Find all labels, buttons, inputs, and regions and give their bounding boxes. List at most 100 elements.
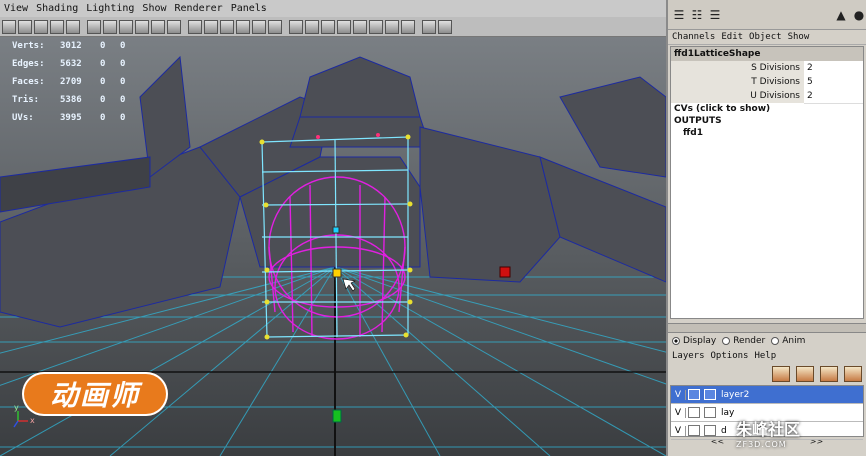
layer-type-box [688,389,700,400]
layer-color-box [704,407,716,418]
menu-view[interactable]: View [0,3,32,14]
move-layer-up-icon[interactable] [772,366,790,382]
menu-help[interactable]: Help [754,351,776,361]
layer-editor-icon[interactable]: ☷ [690,8,704,22]
wireframe-on-shaded-icon[interactable] [220,19,234,34]
isolate-select-icon[interactable] [289,19,303,34]
select-camera-icon[interactable] [2,19,16,34]
menu-show[interactable]: Show [138,3,170,14]
gate-mask-icon[interactable] [119,19,133,34]
attribute-editor-icon[interactable]: ☰ [708,8,722,22]
textured-icon[interactable] [236,19,250,34]
layer-type-box [688,407,700,418]
layer-row[interactable]: Vlayer2 [671,386,863,404]
radio-render[interactable]: Render [722,336,765,346]
image-plane-icon[interactable] [50,19,64,34]
menu-show-channels[interactable]: Show [788,32,810,42]
menu-layers[interactable]: Layers [672,351,705,361]
stat-row: Edges: 5632 0 0 [12,59,126,69]
frame-all-icon[interactable] [422,19,436,34]
attribute-row[interactable]: S Divisions 2 [671,60,863,76]
channel-box-icon[interactable]: ☰ [672,8,686,22]
brand-logo: 动画师 [22,372,168,416]
color-wheel-icon[interactable]: ● [852,8,866,22]
radio-anim[interactable]: Anim [771,336,805,346]
layer-toolbar [668,363,866,385]
layer-color-box [704,425,716,436]
visibility-toggle: V [671,407,686,418]
visibility-toggle: V [671,389,686,400]
move-layer-down-icon[interactable] [796,366,814,382]
viewport-toolbar [0,17,666,37]
menu-panels[interactable]: Panels [227,3,271,14]
menu-edit[interactable]: Edit [721,32,743,42]
safe-action-icon[interactable] [151,19,165,34]
stat-row: UVs: 3995 0 0 [12,113,126,123]
layer-color-box [704,389,716,400]
menu-channels[interactable]: Channels [672,32,715,42]
lights-icon[interactable] [252,19,266,34]
xray-joints-icon[interactable] [321,19,335,34]
axis-y-label: y [14,403,19,412]
pivot-marker [499,266,511,278]
attribute-row[interactable]: T Divisions 5 [671,74,863,90]
menu-lighting[interactable]: Lighting [82,3,138,14]
attribute-value: 5 [804,74,863,90]
attribute-row[interactable]: U Divisions 2 [671,88,863,104]
green-marker [332,409,342,423]
viewport-menubar: View Shading Lighting Show Renderer Pane… [0,0,666,17]
layer-name: d [721,425,727,436]
watermark-title: 朱峰社区 [736,420,801,439]
frame-selected-icon[interactable] [438,19,452,34]
watermark: 朱峰社区 ZF3D.COM [736,416,800,449]
xray-icon[interactable] [305,19,319,34]
radio-display[interactable]: Display [672,336,716,346]
attribute-list: ffd1LatticeShape S Divisions 2 T Division… [670,46,864,319]
resolution-gate-icon[interactable] [103,19,117,34]
attribute-value: 2 [804,60,863,76]
viewport-panel[interactable]: View Shading Lighting Show Renderer Pane… [0,0,666,456]
output-item[interactable]: ffd1 [671,127,863,139]
ambient-occlusion-icon[interactable] [385,19,399,34]
cvs-label[interactable]: CVs (click to show) [671,103,863,115]
high-quality-icon[interactable] [353,19,367,34]
attribute-value: 2 [804,88,863,104]
bookmark-icon[interactable] [34,19,48,34]
stat-row: Tris: 5386 0 0 [12,95,126,105]
shape-icon[interactable]: ▲ [834,8,848,22]
channel-box-toolbar: ☰ ☷ ☰ ▲ ● [668,0,866,30]
outputs-label: OUTPUTS [674,116,722,126]
multisample-icon[interactable] [369,19,383,34]
menu-options[interactable]: Options [711,351,749,361]
manipulator-handle [332,268,342,278]
grid-icon[interactable] [66,19,80,34]
shadows-icon[interactable] [268,19,282,34]
motion-blur-icon[interactable] [401,19,415,34]
new-layer-selected-icon[interactable] [844,366,862,382]
layer-name: lay [721,407,735,418]
menu-shading[interactable]: Shading [32,3,82,14]
layer-mode-radios: Display Render Anim [668,333,866,349]
layer-name: layer2 [721,389,750,400]
safe-title-icon[interactable] [167,19,181,34]
stat-row: Verts: 3012 0 0 [12,41,126,51]
layer-type-box [688,425,700,436]
film-gate-icon[interactable] [87,19,101,34]
menu-renderer[interactable]: Renderer [171,3,227,14]
layer-menu: Layers Options Help [668,349,866,363]
panel-divider[interactable] [668,323,866,333]
smooth-shade-icon[interactable] [204,19,218,34]
wireframe-icon[interactable] [188,19,202,34]
channel-box-panel: ☰ ☷ ☰ ▲ ● Channels Edit Object Show ffd1… [666,0,866,456]
stat-row: Faces: 2709 0 0 [12,77,126,87]
axis-x-label: x [30,416,35,425]
visibility-toggle: V [671,425,686,436]
field-chart-icon[interactable] [135,19,149,34]
channel-box-menu: Channels Edit Object Show [668,30,866,45]
new-layer-icon[interactable] [820,366,838,382]
backface-icon[interactable] [337,19,351,34]
poly-count-hud: Verts: 3012 0 0 Edges: 5632 0 0 Faces: 2709 0 0 T… [12,37,140,127]
node-name[interactable]: ffd1LatticeShape [671,47,863,61]
menu-object[interactable]: Object [749,32,782,42]
camera-attributes-icon[interactable] [18,19,32,34]
